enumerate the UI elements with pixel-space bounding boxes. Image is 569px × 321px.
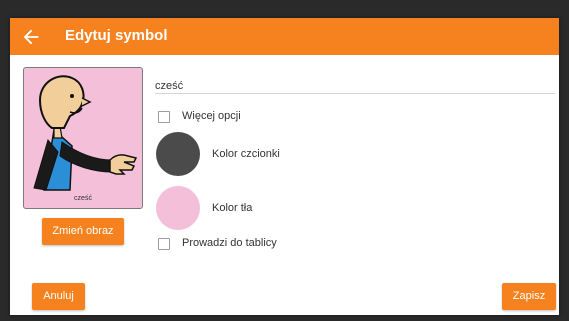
- name-field-underline: [155, 93, 555, 94]
- more-options-checkbox[interactable]: [158, 111, 170, 123]
- font-color-swatch[interactable]: [156, 132, 200, 176]
- edit-symbol-dialog: Edytuj symbol cześć Zmień obraz cześć Wi…: [10, 18, 559, 315]
- font-color-label: Kolor czcionki: [212, 148, 280, 160]
- leads-to-board-label: Prowadzi do tablicy: [182, 237, 277, 249]
- symbol-name-field[interactable]: cześć: [155, 80, 183, 92]
- top-app-bar: Edytuj symbol: [10, 18, 559, 55]
- arrow-left-icon[interactable]: [20, 26, 42, 48]
- page-title: Edytuj symbol: [65, 27, 168, 44]
- leads-to-board-checkbox[interactable]: [158, 238, 170, 250]
- more-options-label: Więcej opcji: [182, 110, 241, 122]
- save-button[interactable]: Zapisz: [502, 283, 556, 310]
- background-color-swatch[interactable]: [156, 186, 200, 230]
- symbol-preview: cześć: [23, 67, 143, 209]
- person-waving-illustration: [33, 75, 138, 191]
- cancel-button[interactable]: Anuluj: [32, 283, 85, 310]
- symbol-caption: cześć: [74, 195, 92, 202]
- change-image-button[interactable]: Zmień obraz: [42, 218, 124, 245]
- background-color-label: Kolor tła: [212, 202, 253, 214]
